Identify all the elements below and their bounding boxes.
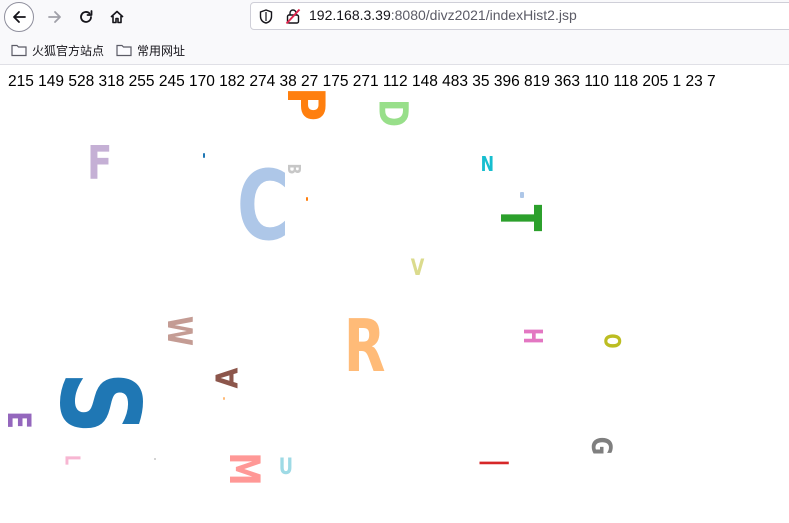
reload-button[interactable] <box>71 2 101 32</box>
bookmark-firefox-official[interactable]: 火狐官方站点 <box>11 41 104 59</box>
letter-m: M <box>219 452 269 486</box>
letter-r: R <box>343 304 386 388</box>
letter-e: E <box>0 411 38 429</box>
letter-g: G <box>585 436 619 456</box>
bookmark-label: 常用网址 <box>137 43 186 58</box>
letter-d: D <box>369 98 416 128</box>
folder-icon <box>11 44 27 57</box>
home-button[interactable] <box>102 2 132 32</box>
letter-h: H <box>516 327 547 345</box>
bookmarks-toolbar: 火狐官方站点 常用网址 <box>0 34 789 65</box>
speck <box>154 458 156 460</box>
bookmark-common-sites[interactable]: 常用网址 <box>116 41 185 59</box>
bookmark-label: 火狐官方站点 <box>32 43 105 58</box>
letter-w: W <box>158 315 199 347</box>
letter-c: C <box>236 150 290 262</box>
shield-icon[interactable] <box>259 9 273 28</box>
home-icon <box>110 10 124 24</box>
url-text: 192.168.3.39:8080/divz2021/indexHist2.js… <box>309 7 577 23</box>
speck <box>306 197 308 201</box>
back-button[interactable] <box>4 2 34 32</box>
folder-icon <box>116 44 132 57</box>
letter-a: A <box>210 367 246 389</box>
letter-t: T <box>487 204 553 232</box>
letter-l: L <box>60 454 85 466</box>
forward-arrow-icon <box>48 11 61 23</box>
numbers-line: 215 149 528 318 255 245 170 182 274 38 2… <box>8 73 716 90</box>
address-bar[interactable]: 192.168.3.39:8080/divz2021/indexHist2.js… <box>250 2 789 30</box>
reload-icon <box>80 10 93 23</box>
speck <box>520 192 524 198</box>
speck <box>203 153 205 158</box>
back-arrow-icon <box>13 11 26 23</box>
letter-v: V <box>410 256 425 281</box>
forward-button[interactable] <box>40 2 70 32</box>
letter-p: P <box>275 86 336 122</box>
url-path: :8080/divz2021/indexHist2.jsp <box>390 7 577 23</box>
letter-i: I <box>469 460 516 466</box>
speck <box>223 397 225 400</box>
letter-f: F <box>87 136 113 190</box>
letter-s: S <box>35 371 164 435</box>
letter-u: U <box>278 455 294 480</box>
browser-toolbar: 192.168.3.39:8080/divz2021/indexHist2.js… <box>0 0 789 34</box>
url-host: 192.168.3.39 <box>309 7 391 23</box>
letter-n: N <box>480 152 495 176</box>
letter-o: O <box>598 333 624 349</box>
insecure-lock-icon[interactable] <box>285 8 301 29</box>
